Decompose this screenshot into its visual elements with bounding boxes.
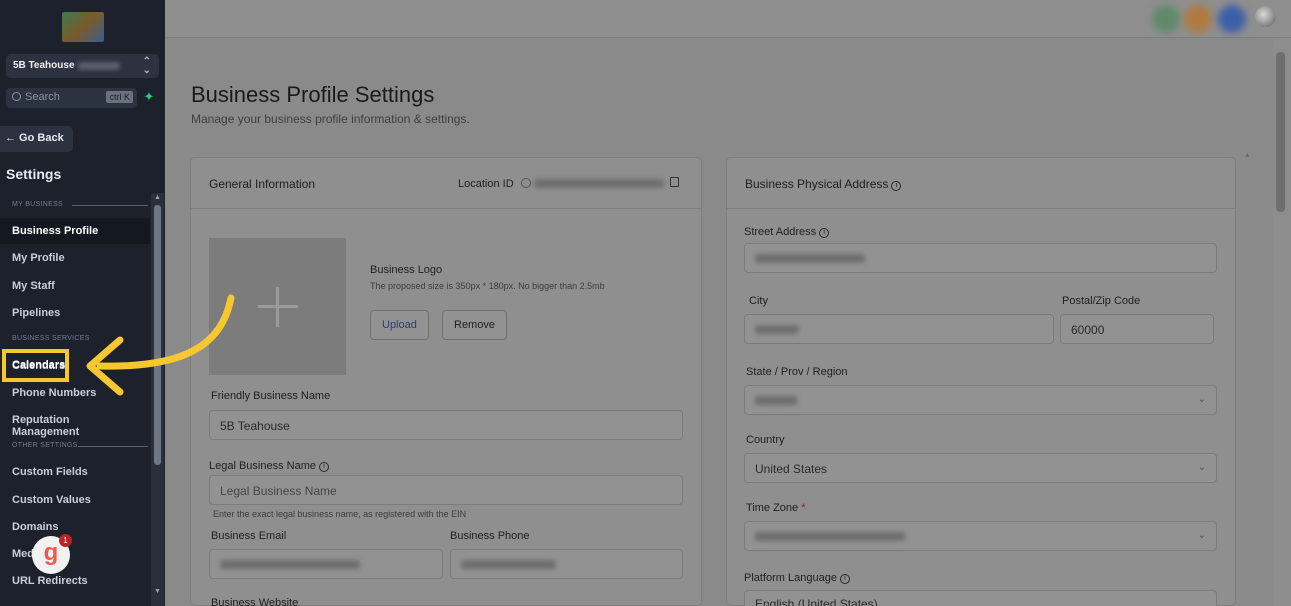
section-other-settings: OTHER SETTINGS [12,442,148,449]
search-shortcut: ctrl K [106,91,133,103]
sidebar-item-my-staff[interactable]: My Staff [0,273,150,299]
timezone-select[interactable]: ⌄ [744,521,1217,551]
sidebar-item-custom-values[interactable]: Custom Values [0,487,150,513]
chevron-down-icon: ⌄ [1197,462,1206,473]
logo-hint: The proposed size is 350px * 180px. No b… [370,281,605,291]
page-subtitle: Manage your business profile information… [191,112,470,126]
search-placeholder: Search [25,91,60,103]
sidebar-item-pipelines[interactable]: Pipelines [0,300,150,326]
section-business-services: BUSINESS SERVICES [12,335,90,342]
sidebar-scrollbar[interactable]: ▲ ▼ [151,193,164,606]
settings-title: Settings [6,166,62,182]
legal-name-input[interactable]: Legal Business Name [209,475,683,505]
copy-icon[interactable] [669,177,679,187]
search-icon [12,92,21,101]
info-icon: i [839,574,850,584]
location-name-blurred [78,62,120,70]
scroll-up-icon[interactable]: ▲ [154,194,161,201]
notification-count-badge: 1 [59,534,72,547]
upload-button[interactable]: Upload [370,310,429,340]
calendars-highlight[interactable]: Calendars [2,349,69,382]
country-label: Country [746,434,785,446]
sidebar-scroll-thumb[interactable] [154,205,161,465]
legal-name-label: Legal Business Name i [209,460,330,472]
sidebar-item-url-redirects[interactable]: URL Redirects [0,568,150,594]
friendly-name-input[interactable]: 5B Teahouse [209,410,683,440]
top-bar [165,0,1291,38]
content-scrollbar[interactable]: ▲ [1241,152,1255,606]
website-label: Business Website [211,597,299,606]
location-id: Location ID [458,177,679,190]
info-icon: i [819,228,830,238]
card-title: Business Physical Address i [745,177,902,191]
country-select[interactable]: United States ⌄ [744,453,1217,483]
sidebar: 5B Teahouse ⌃ ⌄ Search ctrl K ✦ ← Go Back… [0,0,165,606]
state-label: State / Prov / Region [746,366,848,378]
sidebar-item-my-profile[interactable]: My Profile [0,245,150,271]
remove-button[interactable]: Remove [442,310,507,340]
scroll-down-icon[interactable]: ▼ [154,588,161,595]
user-avatar[interactable] [1255,6,1276,27]
sidebar-item-business-profile[interactable]: Business Profile [0,218,150,244]
bolt-icon[interactable]: ✦ [142,89,156,107]
calendars-label: Calendars [12,359,66,371]
page-scrollbar[interactable] [1273,38,1291,606]
page-title: Business Profile Settings [191,82,435,107]
sidebar-item-reputation-management[interactable]: Reputation Management [0,407,150,438]
street-input[interactable] [744,243,1217,273]
zip-label: Postal/Zip Code [1062,295,1141,307]
chevron-down-icon: ⌄ [1197,530,1206,541]
friendly-name-label: Friendly Business Name [211,390,331,402]
info-icon: i [319,462,330,472]
email-label: Business Email [211,530,287,542]
chevron-down-icon: ⌄ [1197,394,1206,405]
go-back-button[interactable]: ← Go Back [0,126,73,152]
city-label: City [749,295,768,307]
location-id-value [533,179,664,188]
phone-input[interactable] [450,549,683,579]
info-icon [520,178,531,188]
state-select[interactable]: ⌄ [744,385,1217,415]
street-label: Street Address i [744,226,830,238]
timezone-label: Time Zone * [746,502,806,514]
city-input[interactable] [744,314,1054,344]
sidebar-item-domains[interactable]: Domains [0,514,150,540]
location-switcher[interactable]: 5B Teahouse ⌃ ⌄ [6,54,159,78]
card-title: General Information [209,177,316,191]
phone-label: Business Phone [450,530,530,542]
sidebar-item-custom-fields[interactable]: Custom Fields [0,459,150,485]
chevron-up-down-icon: ⌃ ⌄ [142,56,151,76]
section-my-business: MY BUSINESS [12,201,148,208]
logo-label: Business Logo [370,264,443,276]
sidebar-item-phone-numbers[interactable]: Phone Numbers [0,380,150,406]
location-name: 5B Teahouse [13,60,75,71]
scroll-up-icon[interactable]: ▲ [1244,152,1251,159]
top-action-icon[interactable] [1218,5,1246,33]
email-input[interactable] [209,549,443,579]
search-input[interactable]: Search ctrl K [6,88,137,108]
zip-input[interactable]: 60000 [1060,314,1214,344]
page-scroll-thumb[interactable] [1276,52,1285,212]
legal-name-hint: Enter the exact legal business name, as … [213,509,467,519]
company-logo[interactable] [62,12,104,42]
sidebar-item-media[interactable]: Media [0,541,150,567]
top-action-icon[interactable] [1184,5,1212,33]
top-action-icon[interactable] [1152,5,1180,33]
card-header: General Information Location ID [191,158,701,209]
card-header: Business Physical Address i [727,158,1235,209]
language-label: Platform Language i [744,572,850,584]
language-select[interactable]: English (United States) [744,590,1217,606]
info-icon: i [891,181,902,191]
logo-upload-area[interactable] [209,238,346,375]
